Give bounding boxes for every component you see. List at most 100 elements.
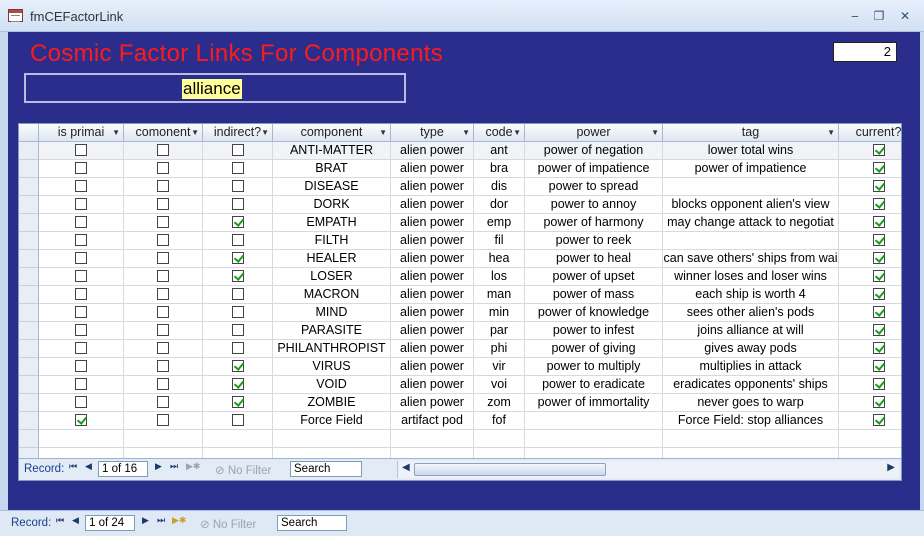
indirect-checkbox[interactable] — [231, 251, 244, 264]
cell-component[interactable]: ANTI-MATTER — [273, 142, 391, 160]
cell-is-primary[interactable] — [39, 178, 124, 196]
cell-code[interactable]: par — [474, 322, 525, 340]
record-selector[interactable] — [19, 160, 39, 178]
cell-code[interactable]: los — [474, 268, 525, 286]
cell-tag[interactable]: Force Field: stop alliances — [663, 412, 839, 430]
cell-tag[interactable]: gives away pods — [663, 340, 839, 358]
cell-type[interactable]: alien power — [391, 358, 474, 376]
cell-component[interactable]: LOSER — [273, 268, 391, 286]
cell-tag[interactable]: blocks opponent alien's view — [663, 196, 839, 214]
cell-component[interactable]: Force Field — [273, 412, 391, 430]
cell-is-primary[interactable] — [39, 358, 124, 376]
sort-dropdown-icon[interactable]: ▼ — [462, 124, 470, 141]
comonent-checkbox[interactable] — [157, 197, 169, 210]
cell-power[interactable]: power of immortality — [525, 394, 663, 412]
indirect-checkbox[interactable] — [231, 395, 244, 408]
comonent-checkbox[interactable] — [157, 377, 169, 390]
cell-current[interactable] — [839, 160, 901, 178]
current-checkbox[interactable] — [872, 287, 885, 300]
cell-code[interactable]: phi — [474, 340, 525, 358]
comonent-checkbox[interactable] — [157, 287, 169, 300]
cell-is-primary[interactable] — [39, 304, 124, 322]
cell-power[interactable]: power of knowledge — [525, 304, 663, 322]
column-header-component[interactable]: component ▼ — [273, 124, 391, 142]
current-checkbox[interactable] — [872, 197, 885, 210]
column-header-code[interactable]: code ▼ — [474, 124, 525, 142]
cell-is-primary[interactable] — [39, 214, 124, 232]
cell-is-primary[interactable] — [39, 430, 124, 448]
record-selector[interactable] — [19, 394, 39, 412]
cell-power[interactable] — [525, 412, 663, 430]
cell-type[interactable]: alien power — [391, 196, 474, 214]
cell-component[interactable]: ZOMBIE — [273, 394, 391, 412]
comonent-checkbox[interactable] — [157, 233, 169, 246]
indirect-checkbox[interactable] — [231, 305, 244, 318]
cell-is-primary[interactable] — [39, 412, 124, 430]
count-field[interactable]: 2 — [833, 42, 897, 62]
cell-code[interactable]: emp — [474, 214, 525, 232]
cell-code[interactable]: dis — [474, 178, 525, 196]
cell-indirect[interactable] — [203, 142, 273, 160]
is-primary-checkbox[interactable] — [75, 251, 87, 264]
cell-comonent[interactable] — [124, 178, 203, 196]
cell-indirect[interactable] — [203, 430, 273, 448]
cell-tag[interactable]: never goes to warp — [663, 394, 839, 412]
current-checkbox[interactable] — [872, 395, 885, 408]
cell-type[interactable]: alien power — [391, 304, 474, 322]
scroll-thumb[interactable] — [414, 463, 606, 476]
cell-type[interactable]: artifact pod — [391, 412, 474, 430]
indirect-checkbox[interactable] — [231, 143, 244, 156]
cell-current[interactable] — [839, 142, 901, 160]
is-primary-checkbox[interactable] — [75, 305, 87, 318]
comonent-checkbox[interactable] — [157, 143, 169, 156]
cell-comonent[interactable] — [124, 394, 203, 412]
cell-type[interactable]: alien power — [391, 340, 474, 358]
comonent-checkbox[interactable] — [157, 269, 169, 282]
cell-power[interactable]: power of harmony — [525, 214, 663, 232]
horizontal-scrollbar[interactable]: ◀ ▶ — [397, 461, 899, 478]
select-all-corner[interactable] — [19, 124, 39, 142]
record-selector[interactable] — [19, 214, 39, 232]
cell-type[interactable]: alien power — [391, 322, 474, 340]
cell-current[interactable] — [839, 340, 901, 358]
comonent-checkbox[interactable] — [157, 341, 169, 354]
cell-type[interactable]: alien power — [391, 268, 474, 286]
next-record-button[interactable]: ▶ — [142, 516, 149, 526]
cell-indirect[interactable] — [203, 376, 273, 394]
column-header-comonent[interactable]: comonent ▼ — [124, 124, 203, 142]
sort-dropdown-icon[interactable]: ▼ — [513, 124, 521, 141]
cell-power[interactable]: power of giving — [525, 340, 663, 358]
cell-is-primary[interactable] — [39, 376, 124, 394]
indirect-checkbox[interactable] — [231, 197, 244, 210]
minimize-button[interactable]: ‒ — [846, 8, 864, 24]
cell-power[interactable] — [525, 448, 663, 458]
cell-type[interactable]: alien power — [391, 376, 474, 394]
is-primary-checkbox[interactable] — [75, 215, 87, 228]
cell-power[interactable]: power to spread — [525, 178, 663, 196]
cell-component[interactable]: VIRUS — [273, 358, 391, 376]
cell-current[interactable] — [839, 196, 901, 214]
cell-code[interactable]: bra — [474, 160, 525, 178]
cell-code[interactable]: voi — [474, 376, 525, 394]
cell-indirect[interactable] — [203, 322, 273, 340]
cell-tag[interactable]: each ship is worth 4 — [663, 286, 839, 304]
cell-comonent[interactable] — [124, 376, 203, 394]
cell-tag[interactable]: sees other alien's pods — [663, 304, 839, 322]
indirect-checkbox[interactable] — [231, 161, 244, 174]
cell-indirect[interactable] — [203, 250, 273, 268]
cell-component[interactable]: BRAT — [273, 160, 391, 178]
cell-indirect[interactable] — [203, 196, 273, 214]
cell-tag[interactable] — [663, 430, 839, 448]
cell-current[interactable] — [839, 394, 901, 412]
cell-comonent[interactable] — [124, 214, 203, 232]
next-record-button[interactable]: ▶ — [155, 462, 162, 472]
cell-code[interactable]: zom — [474, 394, 525, 412]
cell-code[interactable]: vir — [474, 358, 525, 376]
indirect-checkbox[interactable] — [231, 413, 244, 426]
column-header-type[interactable]: type ▼ — [391, 124, 474, 142]
indirect-checkbox[interactable] — [231, 215, 244, 228]
is-primary-checkbox[interactable] — [75, 359, 87, 372]
column-header-indirect[interactable]: indirect? ▼ — [203, 124, 273, 142]
cell-component[interactable] — [273, 430, 391, 448]
comonent-checkbox[interactable] — [157, 359, 169, 372]
